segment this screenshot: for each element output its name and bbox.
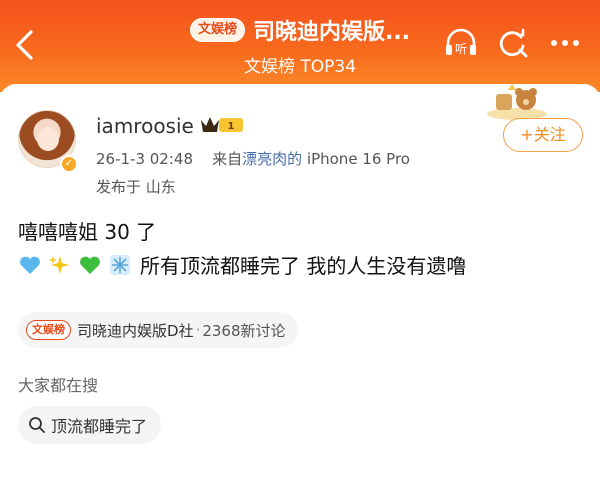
back-arrow-icon[interactable] bbox=[12, 28, 38, 62]
search-icon bbox=[29, 417, 45, 433]
blue-heart-icon bbox=[18, 253, 42, 277]
post-meta: 26-1-3 02:48 来自漂亮肉的 iPhone 16 Pro bbox=[96, 148, 410, 169]
post-time: 26-1-3 02:48 bbox=[96, 150, 193, 168]
topic-logo: 文娱榜 bbox=[26, 320, 71, 340]
related-search-term: 顶流都睡完了 bbox=[51, 417, 148, 436]
related-search-chip[interactable]: 顶流都睡完了 bbox=[18, 406, 162, 444]
header-actions: 听 bbox=[428, 24, 584, 62]
topic-separator: · bbox=[195, 321, 201, 339]
header-title-block: 文娱榜 司晓迪内娱版... 文娱榜 TOP34 bbox=[150, 12, 450, 82]
avatar-face bbox=[37, 127, 59, 151]
topic-name: 司晓迪内娱版D社 bbox=[77, 321, 194, 340]
topic-chip[interactable]: 文娱榜 司晓迪内娱版D社 · 2368新讨论 bbox=[18, 312, 298, 348]
source-device: iPhone 16 Pro bbox=[302, 150, 410, 168]
post-text-line2: 所有顶流都睡完了 我的人生没有遗噜 bbox=[18, 250, 466, 279]
related-search-title: 大家都在搜 bbox=[18, 376, 99, 395]
source-prefix: 来自 bbox=[212, 150, 243, 168]
topic-count: 2368新讨论 bbox=[202, 321, 286, 340]
snowflake-icon bbox=[108, 253, 132, 277]
refresh-search-icon[interactable] bbox=[494, 24, 532, 62]
post-text-line1: 嘻嘻嘻姐 30 了 bbox=[18, 220, 157, 244]
vip-level: 1 bbox=[228, 121, 235, 132]
brand-badge: 文娱榜 bbox=[189, 18, 245, 42]
top-header: 文娱榜 司晓迪内娱版... 文娱榜 TOP34 听 bbox=[0, 0, 600, 92]
decorative-bear-icon bbox=[482, 84, 552, 122]
vip-crown-icon[interactable]: 1 bbox=[199, 114, 245, 136]
headphone-listen-icon[interactable]: 听 bbox=[442, 24, 480, 62]
source-link[interactable]: 漂亮肉的 bbox=[242, 150, 302, 168]
listen-label: 听 bbox=[455, 42, 467, 56]
verified-badge-icon: ✓ bbox=[60, 155, 78, 173]
post-location: 发布于 山东 bbox=[96, 178, 176, 196]
post-text-line2-text: 所有顶流都睡完了 我的人生没有遗噜 bbox=[140, 254, 467, 278]
sparkles-icon bbox=[48, 253, 72, 277]
page-title[interactable]: 司晓迪内娱版... bbox=[253, 14, 410, 46]
more-icon[interactable] bbox=[546, 24, 584, 62]
post-card: ✓ iamroosie 1 26-1-3 02:48 来自漂亮肉的 iPhone… bbox=[0, 84, 600, 477]
username[interactable]: iamroosie bbox=[96, 114, 194, 138]
follow-button[interactable]: +关注 bbox=[503, 118, 583, 152]
rank-subtitle[interactable]: 文娱榜 TOP34 bbox=[150, 52, 450, 77]
green-heart-icon bbox=[78, 253, 102, 277]
